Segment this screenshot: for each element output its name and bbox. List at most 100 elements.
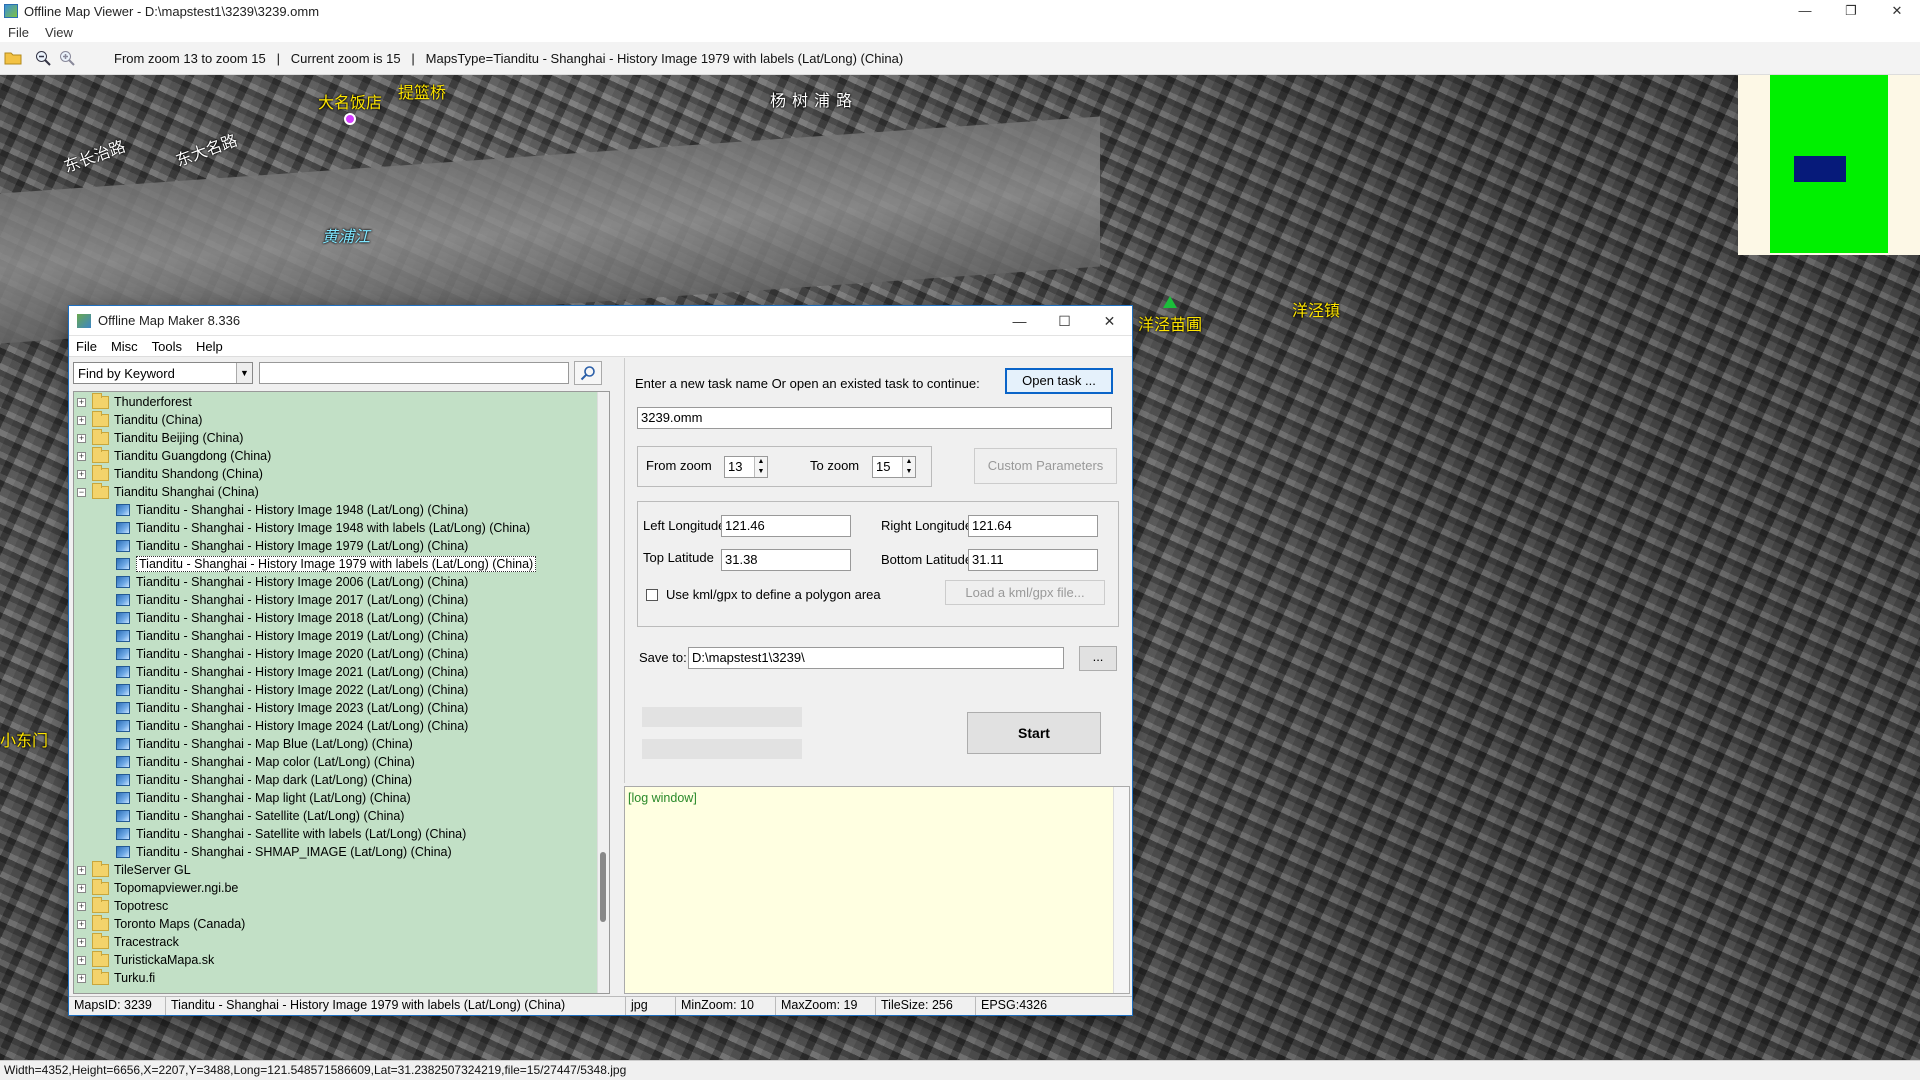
tree-map-item[interactable]: Tianditu - Shanghai - History Image 1948… [74,519,609,537]
app-menubar: File View [0,22,1920,42]
tree-map-item[interactable]: Tianditu - Shanghai - History Image 2023… [74,699,609,717]
tree-folder-item[interactable]: + Tianditu (China) [74,410,609,429]
right-longitude-input[interactable]: 121.64 [968,515,1098,537]
tree-folder-item[interactable]: + TuristickaMapa.sk [74,950,609,969]
save-path-input[interactable]: D:\mapstest1\3239\ [688,647,1064,669]
dialog-maximize-button[interactable]: ☐ [1042,306,1087,336]
dialog-menu-help[interactable]: Help [196,339,223,354]
task-name-input[interactable]: 3239.omm [637,407,1112,429]
close-button[interactable]: ✕ [1874,0,1920,22]
expand-icon[interactable]: + [77,973,86,983]
tree-item-label: Tianditu - Shanghai - History Image 1979… [136,539,469,553]
tree-map-item[interactable]: Tianditu - Shanghai - History Image 2024… [74,717,609,735]
tree-map-item[interactable]: Tianditu - Shanghai - Map Blue (Lat/Long… [74,735,609,753]
search-button[interactable] [574,361,602,385]
menu-file[interactable]: File [8,25,29,40]
tree-folder-item[interactable]: + Tracestrack [74,932,609,951]
tree-folder-item[interactable]: − Tianditu Shanghai (China) [74,482,609,501]
dialog-minimize-button[interactable]: — [997,306,1042,336]
tree-folder-item[interactable]: + Tianditu Beijing (China) [74,428,609,447]
dialog-menu-tools[interactable]: Tools [152,339,182,354]
log-window[interactable]: [log window] [624,786,1130,994]
expand-icon[interactable]: + [77,919,86,929]
map-layer-icon [116,810,130,822]
tree-map-item[interactable]: Tianditu - Shanghai - History Image 2022… [74,681,609,699]
spinner-arrows-icon[interactable]: ▲ ▼ [902,457,915,477]
find-keyword-input[interactable] [259,362,569,384]
zoom-in-icon[interactable] [56,47,78,69]
dialog-menu-file[interactable]: File [76,339,97,354]
expand-icon[interactable]: + [77,451,86,461]
hotel-poi-icon[interactable] [344,113,356,125]
dialog-window-controls: — ☐ ✕ [997,306,1132,336]
log-text: [log window] [628,791,697,805]
tree-map-item[interactable]: Tianditu - Shanghai - Map light (Lat/Lon… [74,789,609,807]
expand-icon[interactable]: + [77,397,86,407]
tree-map-item[interactable]: Tianditu - Shanghai - History Image 2020… [74,645,609,663]
tree-map-item[interactable]: Tianditu - Shanghai - History Image 1948… [74,501,609,519]
tree-map-item[interactable]: Tianditu - Shanghai - History Image 1979… [74,555,609,573]
open-folder-icon[interactable] [2,47,24,69]
custom-parameters-button[interactable]: Custom Parameters [974,448,1117,484]
open-task-button[interactable]: Open task ... [1005,368,1113,394]
top-latitude-input[interactable]: 31.38 [721,549,851,571]
map-source-pane: Find by Keyword ▼ + Thunderforest + Tiandit… [73,358,618,994]
expand-icon[interactable]: + [77,433,86,443]
restore-button[interactable]: ❐ [1828,0,1874,22]
dialog-menu-misc[interactable]: Misc [111,339,138,354]
park-poi-icon[interactable] [1163,296,1177,308]
tree-folder-item[interactable]: + Topotresc [74,896,609,915]
menu-view[interactable]: View [45,25,73,40]
from-zoom-spinner[interactable]: 13 ▲ ▼ [724,456,768,478]
minimize-button[interactable]: — [1782,0,1828,22]
tree-scrollbar[interactable] [597,392,609,993]
to-zoom-label: To zoom [810,458,860,473]
collapse-icon[interactable]: − [77,487,86,497]
overview-viewport[interactable] [1794,156,1846,182]
tree-folder-item[interactable]: + Turku.fi [74,968,609,987]
tree-scroll-thumb[interactable] [600,852,606,922]
tree-map-item[interactable]: Tianditu - Shanghai - History Image 1979… [74,537,609,555]
tree-folder-item[interactable]: + Topomapviewer.ngi.be [74,878,609,897]
tree-map-item[interactable]: Tianditu - Shanghai - History Image 2021… [74,663,609,681]
map-source-tree[interactable]: + Thunderforest + Tianditu (China) + Tianditu… [73,391,610,994]
tree-folder-item[interactable]: + Thunderforest [74,392,609,411]
dialog-menubar: File Misc Tools Help [69,336,1132,357]
expand-icon[interactable]: + [77,937,86,947]
expand-icon[interactable]: + [77,415,86,425]
tree-folder-item[interactable]: + Toronto Maps (Canada) [74,914,609,933]
log-scrollbar[interactable] [1113,787,1129,993]
bottom-latitude-label: Bottom Latitude [881,552,973,567]
bottom-latitude-input[interactable]: 31.11 [968,549,1098,571]
load-kml-button[interactable]: Load a kml/gpx file... [945,580,1105,605]
tree-map-item[interactable]: Tianditu - Shanghai - History Image 2017… [74,591,609,609]
tree-map-item[interactable]: Tianditu - Shanghai - History Image 2018… [74,609,609,627]
overview-minimap[interactable] [1738,75,1920,255]
tree-item-label: Tianditu - Shanghai - History Image 1979… [136,556,537,572]
tree-map-item[interactable]: Tianditu - Shanghai - SHMAP_IMAGE (Lat/L… [74,843,609,861]
kml-polygon-checkbox[interactable] [646,589,658,601]
expand-icon[interactable]: + [77,955,86,965]
tree-map-item[interactable]: Tianditu - Shanghai - Map dark (Lat/Long… [74,771,609,789]
chevron-down-icon[interactable]: ▼ [236,363,252,383]
tree-map-item[interactable]: Tianditu - Shanghai - History Image 2019… [74,627,609,645]
expand-icon[interactable]: + [77,865,86,875]
tree-folder-item[interactable]: + Tianditu Shandong (China) [74,464,609,483]
tree-map-item[interactable]: Tianditu - Shanghai - Map color (Lat/Lon… [74,753,609,771]
tree-map-item[interactable]: Tianditu - Shanghai - History Image 2006… [74,573,609,591]
expand-icon[interactable]: + [77,883,86,893]
tree-folder-item[interactable]: + TileServer GL [74,860,609,879]
find-mode-select[interactable]: Find by Keyword ▼ [73,362,253,384]
tree-map-item[interactable]: Tianditu - Shanghai - Satellite (Lat/Lon… [74,807,609,825]
dialog-close-button[interactable]: ✕ [1087,306,1132,336]
expand-icon[interactable]: + [77,469,86,479]
tree-folder-item[interactable]: + Tianditu Guangdong (China) [74,446,609,465]
start-button[interactable]: Start [967,712,1101,754]
left-longitude-input[interactable]: 121.46 [721,515,851,537]
expand-icon[interactable]: + [77,901,86,911]
browse-folder-button[interactable]: ... [1079,646,1117,671]
tree-map-item[interactable]: Tianditu - Shanghai - Satellite with lab… [74,825,609,843]
spinner-arrows-icon[interactable]: ▲ ▼ [754,457,767,477]
to-zoom-spinner[interactable]: 15 ▲ ▼ [872,456,916,478]
zoom-out-icon[interactable] [32,47,54,69]
